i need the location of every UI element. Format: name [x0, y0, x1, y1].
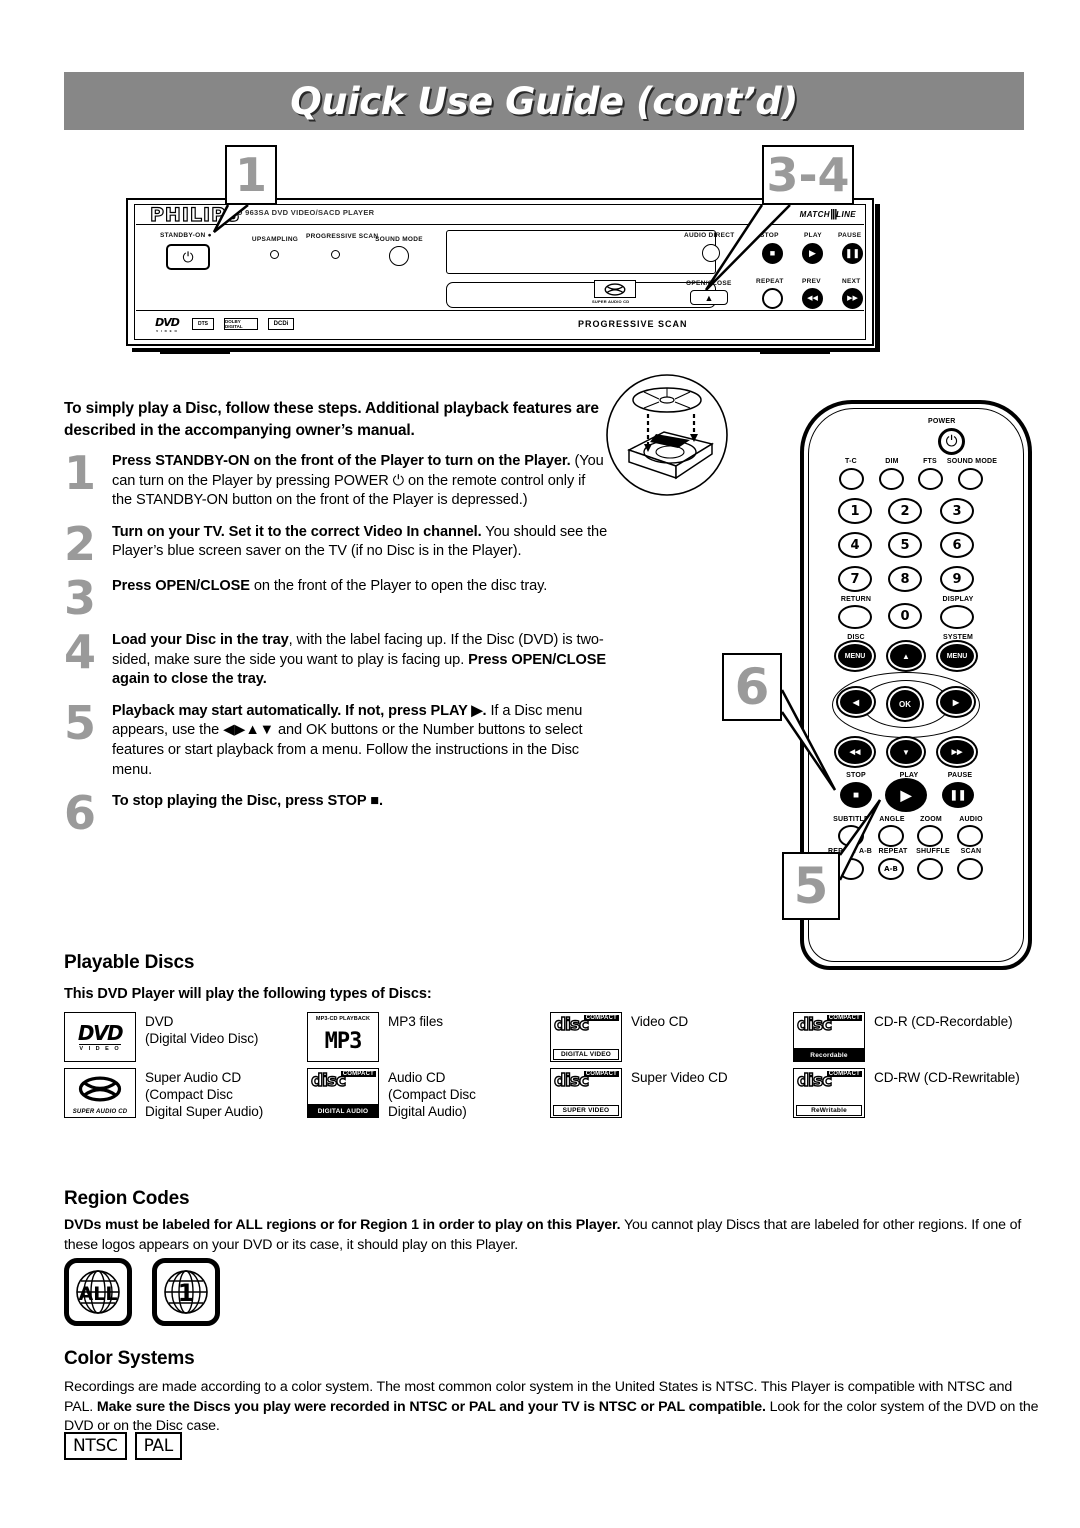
color-systems-heading: Color Systems: [64, 1348, 195, 1369]
color-format-badges: NTSC PAL: [64, 1432, 182, 1460]
cd-disc-text: disc: [310, 1071, 347, 1091]
disc-label: CD-RW (CD-Rewritable): [874, 1070, 1020, 1085]
region-codes-bold-text: DVDs must be labeled for ALL regions or …: [64, 1217, 621, 1233]
callout-leader-lines: [212, 204, 882, 881]
cd-disc-text: disc: [796, 1071, 833, 1091]
disc-item-mp3: MP3-CD PLAYBACK MP3 MP3 files: [307, 1012, 550, 1062]
dvd-logo-subtext: V I D E O: [79, 1043, 121, 1052]
region-1-text: 1: [178, 1279, 195, 1307]
callout-step-5: 5: [782, 852, 840, 920]
disc-label: MP3 files: [388, 1014, 444, 1029]
disc-item-cd-r: COMPACT disc Recordable CD-R (CD-Recorda…: [793, 1012, 1036, 1062]
compact-disc-recordable-logo-icon: COMPACT disc Recordable: [793, 1012, 865, 1062]
compact-disc-rewritable-logo-icon: COMPACT disc ReWritable: [793, 1068, 865, 1118]
mp3-cd-logo-icon: MP3-CD PLAYBACK MP3: [307, 1012, 379, 1062]
pal-badge: PAL: [134, 1432, 182, 1460]
disc-item-audio-cd: COMPACT disc DIGITAL AUDIO Audio CD (Com…: [307, 1068, 550, 1120]
region-all-text: ALL: [79, 1283, 118, 1305]
cd-compact-text: COMPACT: [340, 1071, 376, 1077]
region-codes-heading: Region Codes: [64, 1188, 190, 1209]
disc-item-dvd: DVD V I D E O DVD (Digital Video Disc): [64, 1012, 307, 1062]
color-systems-body: Recordings are made according to a color…: [64, 1378, 1039, 1437]
super-audio-cd-logo-icon: SUPER AUDIO CD: [64, 1068, 136, 1118]
cd-band-text: SUPER VIDEO: [553, 1105, 619, 1116]
cd-band-text: DIGITAL VIDEO: [553, 1049, 619, 1060]
cd-disc-text: disc: [553, 1015, 590, 1035]
mp3-logo-text: MP3: [324, 1029, 363, 1054]
mp3-logo-top-text: MP3-CD PLAYBACK: [315, 1016, 371, 1022]
compact-disc-super-video-logo-icon: COMPACT disc SUPER VIDEO: [550, 1068, 622, 1118]
compact-disc-digital-video-logo-icon: COMPACT disc DIGITAL VIDEO: [550, 1012, 622, 1062]
disc-item-cd-rw: COMPACT disc ReWritable CD-RW (CD-Rewrit…: [793, 1068, 1036, 1120]
cd-band-text: Recordable: [794, 1048, 864, 1061]
disc-label: Audio CD (Compact Disc Digital Audio): [388, 1070, 476, 1120]
cd-band-text: ReWritable: [796, 1105, 862, 1116]
cd-compact-text: COMPACT: [826, 1071, 862, 1077]
cd-disc-text: disc: [553, 1071, 590, 1091]
cd-compact-text: COMPACT: [826, 1015, 862, 1021]
cd-band-text: DIGITAL AUDIO: [308, 1104, 378, 1117]
dvd-logo-text: DVD: [77, 1020, 124, 1045]
region-codes-body: DVDs must be labeled for ALL regions or …: [64, 1216, 1039, 1255]
compact-disc-digital-audio-logo-icon: COMPACT disc DIGITAL AUDIO: [307, 1068, 379, 1118]
disc-item-super-audio-cd: SUPER AUDIO CD Super Audio CD (Compact D…: [64, 1068, 307, 1120]
callout-step-6: 6: [722, 653, 782, 721]
disc-label: Super Video CD: [631, 1070, 728, 1085]
cd-compact-text: COMPACT: [583, 1015, 619, 1021]
disc-label: Video CD: [631, 1014, 689, 1029]
color-systems-line-2-bold: Make sure the Discs you play were record…: [96, 1398, 766, 1415]
region-1-logo-icon: 1: [152, 1258, 220, 1326]
disc-row: SUPER AUDIO CD Super Audio CD (Compact D…: [64, 1068, 1039, 1120]
ntsc-badge: NTSC: [64, 1432, 127, 1460]
sacd-symbol-icon: [65, 1069, 135, 1109]
playable-discs-grid: DVD V I D E O DVD (Digital Video Disc) M…: [64, 1012, 1039, 1126]
disc-label: DVD (Digital Video Disc): [145, 1014, 259, 1047]
disc-label: CD-R (CD-Recordable): [874, 1014, 1013, 1029]
color-systems-line-1: Recordings are made according to a color…: [64, 1379, 758, 1395]
disc-label: Super Audio CD (Compact Disc Digital Sup…: [145, 1070, 264, 1120]
cd-compact-text: COMPACT: [583, 1071, 619, 1077]
region-logos: ALL 1: [64, 1258, 220, 1326]
disc-row: DVD V I D E O DVD (Digital Video Disc) M…: [64, 1012, 1039, 1062]
callout-step-1: 1: [225, 145, 277, 205]
disc-item-video-cd: COMPACT disc DIGITAL VIDEO Video CD: [550, 1012, 793, 1062]
dvd-video-logo-icon: DVD V I D E O: [64, 1012, 136, 1062]
callout-step-3-4: 3-4: [762, 145, 854, 205]
cd-disc-text: disc: [796, 1015, 833, 1035]
sacd-band-text: SUPER AUDIO CD: [72, 1109, 128, 1115]
disc-item-super-video-cd: COMPACT disc SUPER VIDEO Super Video CD: [550, 1068, 793, 1120]
region-all-logo-icon: ALL: [64, 1258, 132, 1326]
